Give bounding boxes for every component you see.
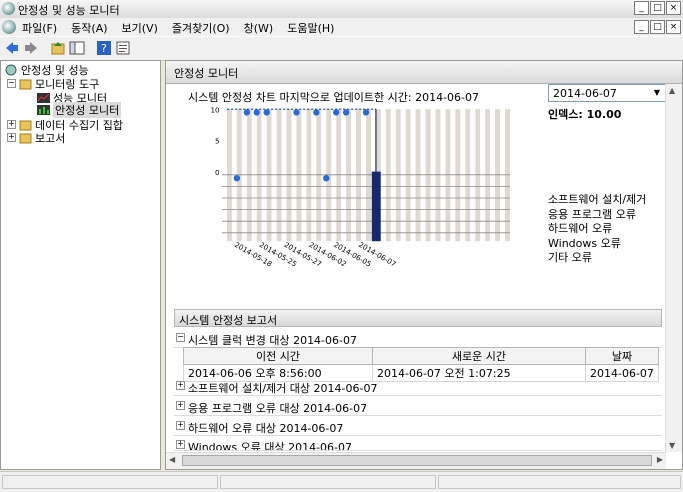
svg-text:?: ? bbox=[101, 42, 107, 55]
minimize-button[interactable]: _ bbox=[634, 1, 649, 15]
panel-title: 안정성 모니터 bbox=[174, 67, 239, 80]
app-icon[interactable] bbox=[2, 2, 15, 15]
folder-icon bbox=[19, 133, 32, 143]
status-pane-2 bbox=[220, 475, 436, 489]
child-minimize-button[interactable]: _ bbox=[634, 20, 649, 34]
up-folder-icon[interactable] bbox=[50, 40, 66, 56]
info-marker-icon bbox=[263, 109, 270, 116]
help-icon[interactable]: ? bbox=[96, 40, 112, 56]
chevron-down-icon[interactable]: ▼ bbox=[650, 86, 664, 100]
report-section-header: 시스템 안정성 보고서 bbox=[174, 309, 662, 327]
info-marker-icon bbox=[342, 109, 350, 116]
scroll-down-icon[interactable]: ▼ bbox=[669, 441, 675, 450]
menu-window[interactable]: 창(W) bbox=[244, 20, 274, 36]
reliability-perf-icon bbox=[5, 64, 17, 75]
row-label-misc: 기타 오류 bbox=[548, 251, 592, 264]
group-label: Windows 오류 대상 2014-06-07 bbox=[188, 441, 352, 451]
tree-item-reliability-monitor[interactable]: 안정성 모니터 bbox=[37, 101, 122, 118]
y-tick-label: 10 bbox=[210, 106, 220, 114]
panel-header: 안정성 모니터 bbox=[166, 61, 682, 84]
menu-view[interactable]: 보기(V) bbox=[122, 20, 158, 36]
folder-icon bbox=[19, 120, 32, 130]
reliability-monitor-panel: 안정성 모니터 시스템 안정성 차트 마지막으로 업데이트한 시간: 2014-… bbox=[165, 60, 683, 470]
maximize-button[interactable]: □ bbox=[650, 1, 665, 15]
row-label-software: 소프트웨어 설치/제거 bbox=[548, 193, 647, 206]
scroll-right-icon[interactable]: ▶ bbox=[657, 455, 663, 464]
row-label-hardware: 하드웨어 오류 bbox=[548, 222, 613, 235]
info-marker-icon bbox=[362, 109, 370, 116]
report-title: 시스템 안정성 보고서 bbox=[179, 314, 278, 327]
back-icon[interactable] bbox=[4, 40, 20, 56]
expand-icon[interactable]: + bbox=[7, 133, 16, 142]
horizontal-scrollbar[interactable]: ◀ ▶ bbox=[166, 452, 666, 469]
expand-icon[interactable]: + bbox=[176, 381, 185, 390]
column-header-date[interactable]: 날짜 bbox=[585, 347, 659, 365]
toolbar: ? bbox=[0, 36, 683, 61]
document-icon[interactable] bbox=[2, 20, 16, 34]
menu-help[interactable]: 도움말(H) bbox=[287, 20, 334, 36]
expand-icon[interactable]: + bbox=[176, 401, 185, 410]
install-info-icon bbox=[233, 175, 241, 182]
group-label: 시스템 클럭 변경 대상 2014-06-07 bbox=[188, 334, 357, 347]
status-pane-3 bbox=[438, 475, 681, 489]
scroll-left-icon[interactable]: ◀ bbox=[169, 455, 175, 464]
report-group-application[interactable]: + 응용 프로그램 오류 대상 2014-06-07 bbox=[174, 397, 662, 416]
show-hide-tree-icon[interactable] bbox=[69, 40, 85, 56]
menu-bar: 파일(F) 동작(A) 보기(V) 즐겨찾기(O) 창(W) 도움말(H) _ … bbox=[0, 18, 683, 36]
collapse-icon[interactable]: − bbox=[176, 333, 185, 342]
group-label: 하드웨어 오류 대상 2014-06-07 bbox=[188, 422, 344, 435]
stability-chart[interactable]: 10502014-05-182014-05-252014-05-272014-0… bbox=[186, 106, 546, 266]
tree-item-reports[interactable]: + 보고서 bbox=[7, 131, 66, 145]
expand-icon[interactable]: + bbox=[7, 120, 16, 129]
column-header-new-time[interactable]: 새로운 시간 bbox=[372, 347, 586, 365]
info-marker-icon bbox=[333, 109, 340, 116]
report-group-hardware[interactable]: + 하드웨어 오류 대상 2014-06-07 bbox=[174, 417, 662, 436]
scroll-thumb[interactable] bbox=[182, 455, 652, 466]
menu-favorites[interactable]: 즐겨찾기(O) bbox=[172, 20, 230, 36]
forward-icon[interactable] bbox=[23, 40, 39, 56]
group-label: 소프트웨어 설치/제거 대상 2014-06-07 bbox=[188, 382, 378, 395]
y-tick-label: 5 bbox=[215, 137, 220, 146]
status-bar bbox=[0, 471, 683, 492]
status-pane-1 bbox=[2, 475, 218, 489]
selected-day-column bbox=[371, 171, 381, 242]
folder-icon bbox=[19, 79, 32, 89]
tree-root[interactable]: 안정성 및 성능 bbox=[5, 63, 89, 77]
scroll-up-icon[interactable]: ▲ bbox=[669, 86, 675, 95]
tree-label: 안정성 모니터 bbox=[53, 101, 122, 118]
info-marker-icon bbox=[253, 109, 260, 116]
report-group-windows[interactable]: + Windows 오류 대상 2014-06-07 bbox=[174, 436, 662, 451]
tree-item-monitoring-tools[interactable]: − 모니터링 도구 bbox=[7, 77, 99, 91]
menu-action[interactable]: 동작(A) bbox=[71, 20, 107, 36]
perf-monitor-icon bbox=[37, 92, 50, 103]
menu-file[interactable]: 파일(F) bbox=[22, 20, 57, 36]
expand-icon[interactable]: + bbox=[176, 440, 185, 449]
properties-icon[interactable] bbox=[115, 40, 131, 56]
date-select[interactable]: 2014-06-07 ▼ bbox=[548, 84, 666, 102]
install-info-icon bbox=[323, 175, 330, 182]
title-bar: 안정성 및 성능 모니터 _ □ × bbox=[0, 0, 683, 19]
child-restore-button[interactable]: □ bbox=[650, 20, 665, 34]
expand-icon[interactable]: + bbox=[176, 421, 185, 430]
report-group-clock-change[interactable]: − 시스템 클럭 변경 대상 2014-06-07 bbox=[174, 329, 662, 348]
tree-label: 보고서 bbox=[35, 131, 66, 145]
info-marker-icon bbox=[293, 109, 300, 116]
stability-index-label: 인덱스: 10.00 bbox=[548, 108, 622, 121]
info-marker-icon bbox=[313, 109, 320, 116]
vertical-scrollbar[interactable]: ▲ ▼ bbox=[665, 84, 682, 452]
reliability-monitor-icon bbox=[37, 104, 50, 115]
close-button[interactable]: × bbox=[666, 1, 681, 15]
date-select-value: 2014-06-07 bbox=[553, 87, 617, 100]
info-marker-icon bbox=[243, 109, 251, 116]
group-label: 응용 프로그램 오류 대상 2014-06-07 bbox=[188, 402, 368, 415]
y-tick-label: 0 bbox=[215, 168, 220, 177]
report-group-software[interactable]: + 소프트웨어 설치/제거 대상 2014-06-07 bbox=[174, 377, 662, 396]
navigation-tree: 안정성 및 성능 − 모니터링 도구 성능 모니터 안정성 모니터 + 데이터 … bbox=[0, 60, 161, 470]
column-header-old-time[interactable]: 이전 시간 bbox=[183, 347, 373, 365]
window-title: 안정성 및 성능 모니터 bbox=[18, 4, 120, 17]
collapse-icon[interactable]: − bbox=[7, 79, 16, 88]
last-updated-text: 시스템 안정성 차트 마지막으로 업데이트한 시간: 2014-06-07 bbox=[188, 91, 480, 104]
child-close-button[interactable]: × bbox=[666, 20, 681, 34]
